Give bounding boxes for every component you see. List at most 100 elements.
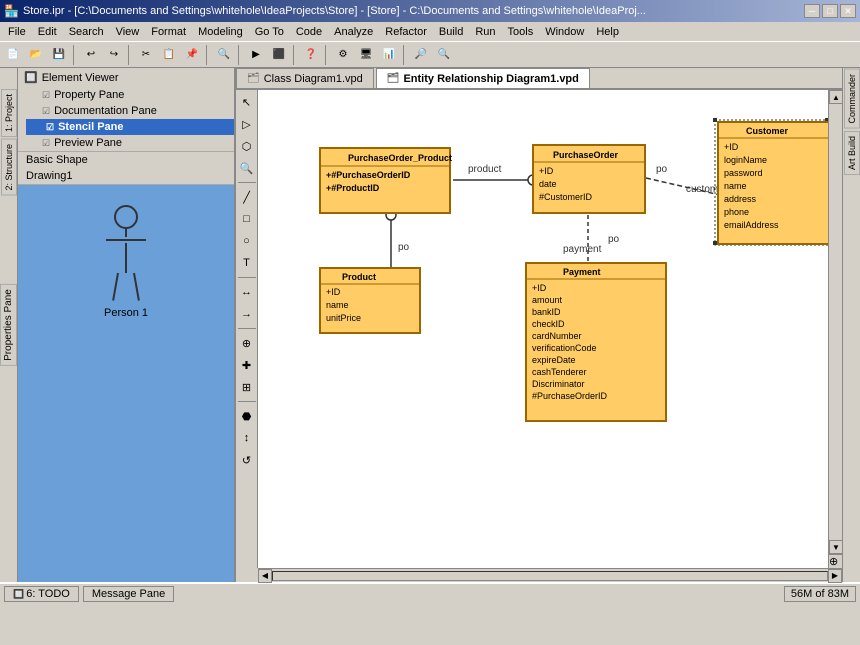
menu-build[interactable]: Build (433, 24, 469, 40)
tree-stencil-pane[interactable]: ☑ Stencil Pane (26, 119, 234, 135)
menu-file[interactable]: File (2, 24, 32, 40)
svg-canvas[interactable]: product po customer po payment (258, 90, 842, 568)
tool-sep1 (238, 182, 256, 183)
scroll-up-btn[interactable]: ▲ (829, 90, 842, 104)
tb-zoom-in[interactable]: 🔎 (410, 44, 432, 66)
tb-find[interactable]: 🔍 (213, 44, 235, 66)
svg-text:unitPrice: unitPrice (326, 313, 361, 323)
tool-extra4[interactable]: ⬣ (237, 406, 257, 426)
tb-extra1[interactable]: ⚙ (332, 44, 354, 66)
tab-structure[interactable]: 2: Structure (1, 139, 17, 196)
menu-bar: File Edit Search View Format Modeling Go… (0, 22, 860, 42)
tool-line[interactable]: ╱ (237, 187, 257, 207)
svg-text:verificationCode: verificationCode (532, 343, 597, 353)
tb-cut[interactable]: ✂ (135, 44, 157, 66)
tool-select[interactable]: ↖ (237, 92, 257, 112)
sep2 (128, 45, 132, 65)
tb-open[interactable]: 📂 (25, 44, 47, 66)
scrollbar-vertical[interactable]: ▲ ▼ (828, 90, 842, 554)
tb-extra2[interactable]: 🖥 (355, 44, 377, 66)
tab-art-build[interactable]: Art Build (844, 131, 860, 175)
tool-pointer[interactable]: ▷ (237, 114, 257, 134)
tool-extra5[interactable]: ↕ (237, 428, 257, 448)
svg-text:+ID: +ID (532, 283, 547, 293)
tab-class-diagram[interactable]: 🗂 Class Diagram1.vpd (236, 68, 374, 88)
memory-indicator: 56M of 83M (784, 586, 856, 602)
scroll-track-v (829, 104, 842, 540)
element-viewer-header[interactable]: 🔲 Element Viewer (18, 68, 234, 87)
svg-text:bankID: bankID (532, 307, 561, 317)
tb-new[interactable]: 📄 (2, 44, 24, 66)
svg-text:name: name (724, 181, 747, 191)
menu-edit[interactable]: Edit (32, 24, 63, 40)
tool-arrow[interactable]: → (237, 304, 257, 324)
menu-goto[interactable]: Go To (249, 24, 290, 40)
tool-ellipse[interactable]: ○ (237, 231, 257, 251)
tb-extra3[interactable]: 📊 (378, 44, 400, 66)
tb-debug[interactable]: ⬛ (268, 44, 290, 66)
menu-analyze[interactable]: Analyze (328, 24, 379, 40)
tool-rect[interactable]: □ (237, 209, 257, 229)
tool-text[interactable]: T (237, 253, 257, 273)
tab-commander[interactable]: Commander (844, 69, 860, 129)
scroll-left-btn[interactable]: ◀ (258, 569, 272, 583)
menu-format[interactable]: Format (145, 24, 192, 40)
tree-property-pane[interactable]: ☑ Property Pane (26, 87, 234, 103)
tab-er-label: Entity Relationship Diagram1.vpd (403, 73, 578, 85)
svg-text:po: po (608, 234, 620, 245)
tool-zoom[interactable]: 🔍 (237, 158, 257, 178)
scroll-down-btn[interactable]: ▼ (829, 540, 842, 554)
tree-documentation-pane[interactable]: ☑ Documentation Pane (26, 103, 234, 119)
menu-modeling[interactable]: Modeling (192, 24, 249, 40)
svg-text:product: product (468, 164, 502, 175)
scroll-right-btn[interactable]: ▶ (828, 569, 842, 583)
menu-window[interactable]: Window (539, 24, 590, 40)
tool-extra6[interactable]: ↺ (237, 450, 257, 470)
tool-extra1[interactable]: ⊕ (237, 333, 257, 353)
tb-save[interactable]: 💾 (48, 44, 70, 66)
tb-undo[interactable]: ↩ (80, 44, 102, 66)
tool-lasso[interactable]: ⬡ (237, 136, 257, 156)
person-figure: Person 1 (104, 205, 148, 319)
tb-copy[interactable]: 📋 (158, 44, 180, 66)
minimize-btn[interactable]: ─ (804, 4, 820, 18)
svg-text:name: name (326, 300, 349, 310)
tab-er-diagram[interactable]: 🗂 Entity Relationship Diagram1.vpd (376, 68, 590, 88)
menu-search[interactable]: Search (63, 24, 110, 40)
tb-paste[interactable]: 📌 (181, 44, 203, 66)
scrollbar-horizontal[interactable]: ◀ ▶ (258, 568, 842, 582)
todo-btn[interactable]: 🔲 6: TODO (4, 586, 79, 602)
menu-view[interactable]: View (110, 24, 146, 40)
tab-project[interactable]: 1: Project (1, 89, 17, 137)
stencil-basic-shape[interactable]: Basic Shape (18, 152, 234, 168)
svg-text:#CustomerID: #CustomerID (539, 192, 593, 202)
tool-extra2[interactable]: ✚ (237, 355, 257, 375)
tool-connect[interactable]: ↔ (237, 282, 257, 302)
tb-redo[interactable]: ↪ (103, 44, 125, 66)
stencil-list: Basic Shape Drawing1 (18, 152, 234, 185)
stencil-drawing1[interactable]: Drawing1 (18, 168, 234, 184)
menu-code[interactable]: Code (290, 24, 328, 40)
menu-help[interactable]: Help (590, 24, 625, 40)
tool-extra3[interactable]: ⊞ (237, 377, 257, 397)
message-pane-btn[interactable]: Message Pane (83, 586, 174, 602)
tb-run[interactable]: ▶ (245, 44, 267, 66)
tb-zoom-out[interactable]: 🔍 (433, 44, 455, 66)
menu-run[interactable]: Run (469, 24, 501, 40)
maximize-btn[interactable]: □ (822, 4, 838, 18)
svg-text:po: po (398, 242, 410, 253)
close-btn[interactable]: ✕ (840, 4, 856, 18)
tree-preview-pane[interactable]: ☑ Preview Pane (26, 135, 234, 151)
scroll-track-h (272, 571, 828, 581)
message-pane-label: Message Pane (92, 588, 165, 600)
resize-corner[interactable]: ⊕ (828, 554, 842, 568)
svg-text:payment: payment (563, 244, 602, 255)
svg-text:emailAddress: emailAddress (724, 220, 779, 230)
menu-tools[interactable]: Tools (502, 24, 540, 40)
tb-help[interactable]: ❓ (300, 44, 322, 66)
properties-pane-side-label[interactable]: Properties Pane (0, 284, 17, 366)
documentation-pane-label: Documentation Pane (54, 105, 157, 117)
menu-refactor[interactable]: Refactor (379, 24, 433, 40)
svg-text:+ID: +ID (326, 287, 341, 297)
canvas-area: 🗂 Class Diagram1.vpd 🗂 Entity Relationsh… (236, 68, 842, 582)
